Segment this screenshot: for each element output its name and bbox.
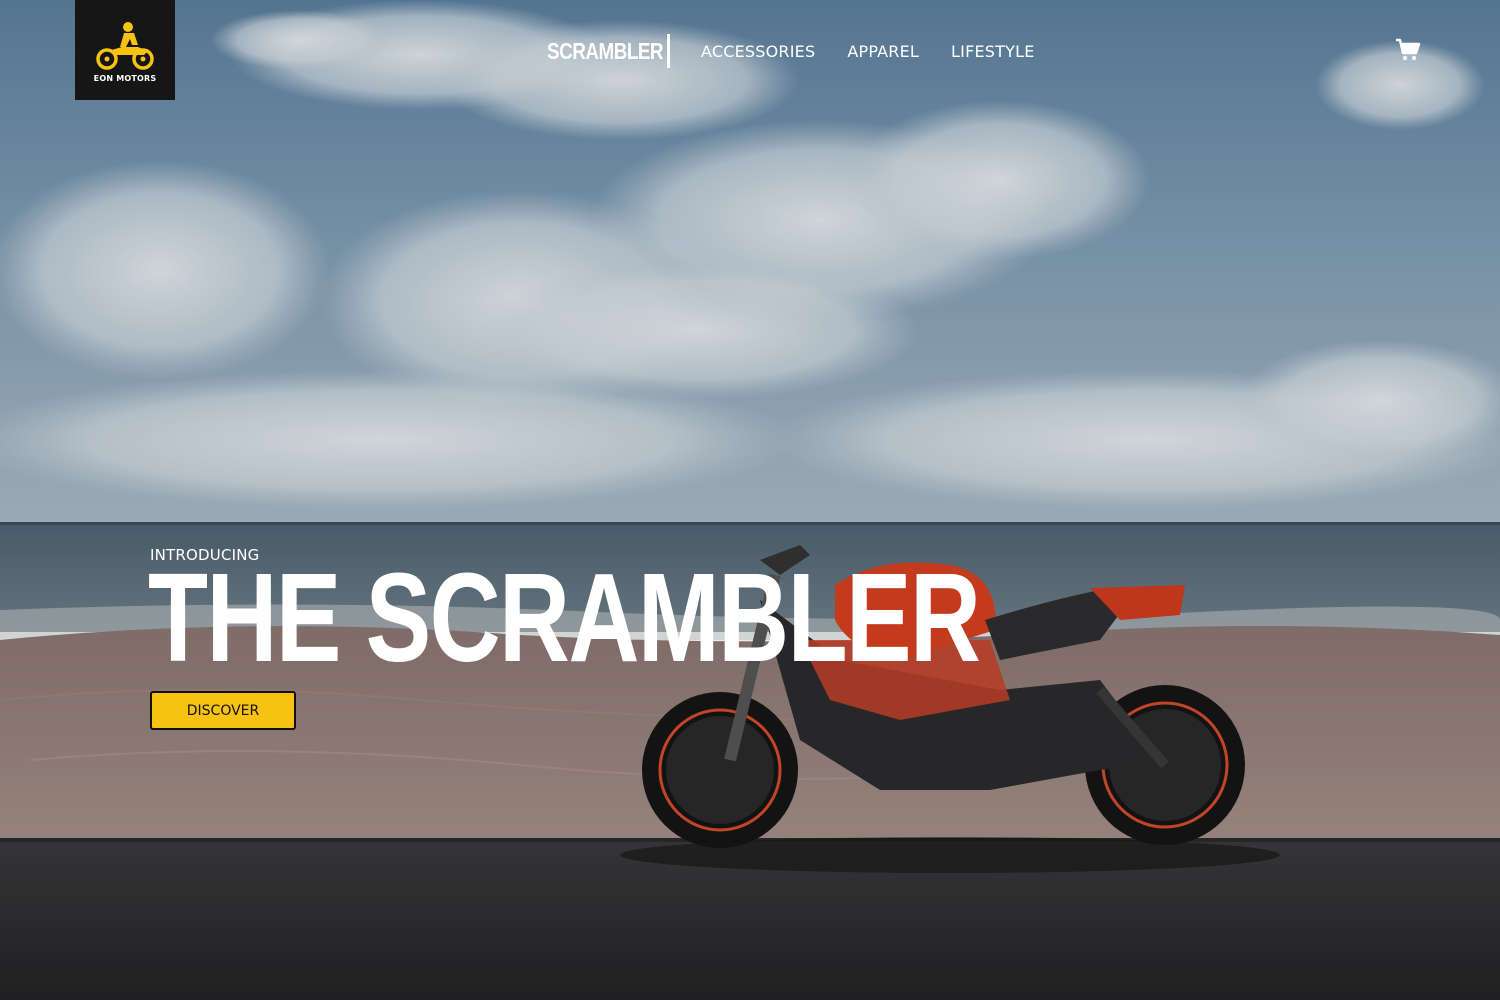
nav-brand-scrambler[interactable]: SCRAMBLER [547,38,664,65]
nav-link-apparel[interactable]: APPAREL [847,42,919,61]
brand-logo-text: EON MOTORS [93,74,157,83]
nav-link-accessories[interactable]: ACCESSORIES [701,42,815,61]
nav-link-lifestyle[interactable]: LIFESTYLE [951,42,1034,61]
cart-button[interactable] [1395,38,1421,62]
brand-logo[interactable]: EON MOTORS [75,0,175,100]
nav-divider [667,34,670,68]
hero-headline: THE SCRAMBLER [148,547,981,688]
discover-button[interactable]: DISCOVER [150,691,296,730]
main-navigation: SCRAMBLER ACCESSORIES APPAREL LIFESTYLE [547,32,1035,70]
cart-icon [1396,38,1421,61]
hero-background-image [0,0,1500,1000]
hero-section: EON MOTORS SCRAMBLER ACCESSORIES APPAREL… [0,0,1500,1000]
motorcycle-rider-icon [96,22,154,70]
